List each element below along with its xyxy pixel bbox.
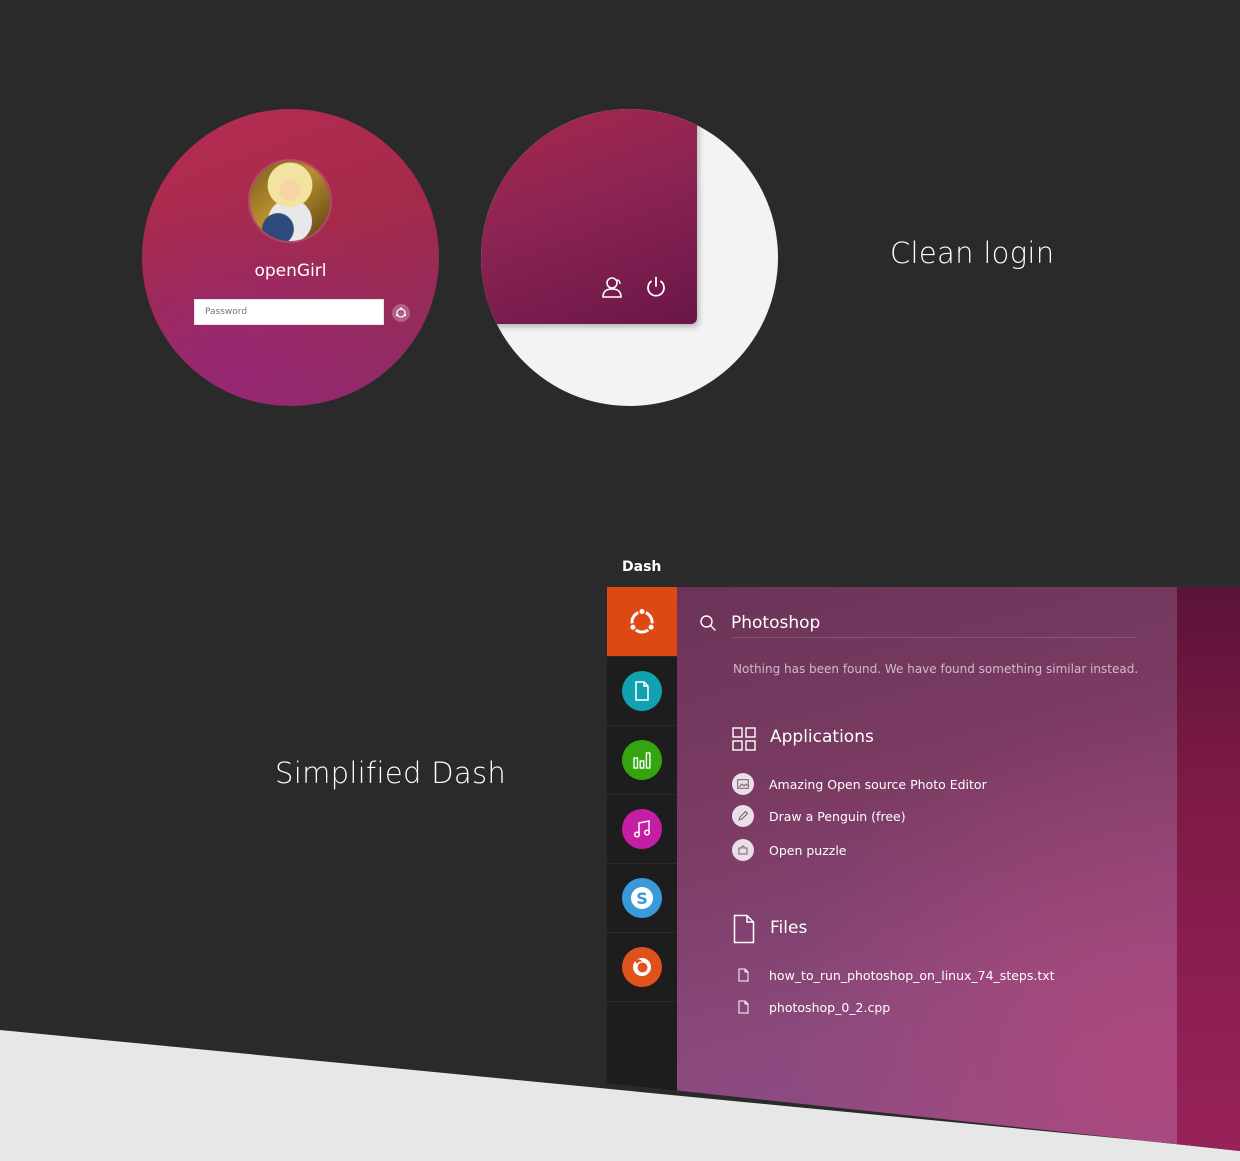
launcher-item-charts[interactable]	[607, 725, 677, 795]
avatar[interactable]	[250, 161, 330, 241]
result-label: Amazing Open source Photo Editor	[769, 776, 987, 792]
power-icon[interactable]	[644, 275, 668, 299]
result-label: Draw a Penguin (free)	[769, 808, 906, 824]
applications-heading: Applications	[770, 727, 874, 747]
image-icon	[732, 773, 754, 795]
search-underline	[731, 637, 1136, 638]
dash-window: Dash S Photoshop Nothing has been found.…	[607, 551, 1240, 1151]
login-screen-preview: openGirl	[142, 109, 439, 406]
files-icon	[733, 914, 755, 944]
session-panel	[481, 109, 697, 324]
ubuntu-icon	[395, 307, 407, 318]
pencil-icon	[732, 805, 754, 827]
result-label: how_to_run_photoshop_on_linux_74_steps.t…	[769, 967, 1055, 983]
desktop-background	[1177, 587, 1240, 1151]
launcher-item-ubuntu[interactable]	[607, 587, 677, 657]
list-item[interactable]: Amazing Open source Photo Editor	[732, 773, 987, 795]
switch-user-icon[interactable]	[599, 274, 625, 300]
launcher-item-skype[interactable]: S	[607, 863, 677, 933]
simplified-dash-heading: Simplified Dash	[275, 756, 507, 790]
result-label: Open puzzle	[769, 842, 847, 858]
launcher-item-music[interactable]	[607, 794, 677, 864]
svg-text:S: S	[636, 889, 648, 908]
launcher-item-documents[interactable]	[607, 656, 677, 726]
music-icon	[633, 819, 651, 838]
list-item[interactable]: Draw a Penguin (free)	[732, 805, 906, 827]
launcher: S	[607, 587, 677, 1151]
dash-titlebar: Dash	[607, 551, 1240, 588]
dash-results-panel: Nothing has been found. We have found so…	[677, 587, 1177, 1151]
applications-icon	[732, 727, 756, 751]
list-item[interactable]: how_to_run_photoshop_on_linux_74_steps.t…	[732, 964, 1055, 986]
session-menu-preview	[481, 109, 778, 406]
list-item[interactable]: Open puzzle	[732, 839, 847, 861]
ubuntu-icon	[628, 606, 656, 633]
clean-login-heading: Clean login	[890, 236, 1055, 270]
window-title: Dash	[622, 559, 662, 575]
result-label: photoshop_0_2.cpp	[769, 999, 891, 1015]
puzzle-icon	[732, 839, 754, 861]
search-icon	[700, 615, 716, 631]
file-icon	[732, 964, 754, 986]
password-field[interactable]	[194, 299, 384, 325]
document-icon	[635, 680, 649, 701]
search-input[interactable]	[731, 609, 1136, 637]
username-label: openGirl	[254, 261, 327, 281]
chart-icon	[633, 751, 651, 769]
skype-icon: S	[631, 886, 653, 909]
login-submit-button[interactable]	[392, 304, 410, 322]
files-heading: Files	[770, 918, 808, 938]
no-results-note: Nothing has been found. We have found so…	[733, 662, 1139, 676]
firefox-icon	[633, 957, 651, 976]
list-item[interactable]: photoshop_0_2.cpp	[732, 996, 890, 1018]
launcher-item-firefox[interactable]	[607, 932, 677, 1002]
file-icon	[732, 996, 754, 1018]
